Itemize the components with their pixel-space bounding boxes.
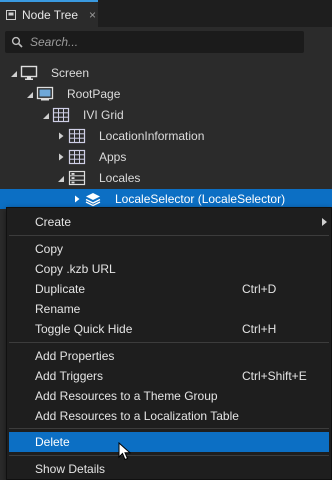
menu-item-add-properties[interactable]: Add Properties [9,346,329,366]
grid-icon [68,128,86,144]
tab-node-tree[interactable]: Node Tree × [0,0,98,27]
menu-item-label: Add Triggers [35,369,104,383]
menu-item-add-resources-localization-table[interactable]: Add Resources to a Localization Table [9,406,329,426]
tree-item-label: Apps [99,150,127,164]
menu-item-copy-kzb-url[interactable]: Copy .kzb URL [9,259,329,279]
tree-item-rootpage[interactable]: RootPage [0,84,332,104]
tree-item-localeselector[interactable]: LocaleSelector (LocaleSelector) [0,189,332,209]
expanded-arrow-icon[interactable] [57,175,65,183]
grid-icon [68,149,86,165]
menu-item-label: Create [35,215,72,229]
menu-item-rename[interactable]: Rename [9,299,329,319]
tree-item-label: LocationInformation [99,129,205,143]
menu-item-label: Toggle Quick Hide [35,322,133,336]
menu-separator [9,235,329,236]
menu-item-label: Add Properties [35,349,115,363]
menu-item-toggle-quick-hide[interactable]: Toggle Quick Hide Ctrl+H [9,319,329,339]
menu-item-shortcut: Ctrl+D [242,282,277,296]
search-input[interactable] [28,34,282,50]
menu-item-label: Show Details [35,462,106,476]
tree-item-label: LocaleSelector (LocaleSelector) [115,192,286,206]
tab-strip: Node Tree × [0,0,332,27]
menu-separator [9,455,329,456]
expanded-arrow-icon[interactable] [10,70,18,78]
tree-item-label: RootPage [67,87,121,101]
expanded-arrow-icon[interactable] [26,91,34,99]
expanded-arrow-icon[interactable] [42,112,50,120]
tree-item-ivi-grid[interactable]: IVI Grid [0,105,332,125]
collapsed-arrow-icon[interactable] [57,132,65,140]
menu-item-duplicate[interactable]: Duplicate Ctrl+D [9,279,329,299]
menu-item-label: Copy .kzb URL [35,262,116,276]
mouse-cursor-icon [118,442,132,461]
menu-item-label: Rename [35,302,81,316]
menu-item-label: Add Resources to a Theme Group [35,389,218,403]
menu-item-copy[interactable]: Copy [9,239,329,259]
grid-icon [52,107,70,123]
menu-item-label: Delete [35,435,70,449]
search-box [5,31,304,53]
submenu-arrow-icon [322,218,327,226]
menu-item-label: Duplicate [35,282,86,296]
layers-icon [85,193,101,207]
collapsed-arrow-icon[interactable] [57,153,65,161]
tree-item-label: Locales [99,171,141,185]
tab-title: Node Tree [22,7,79,22]
menu-item-add-resources-theme-group[interactable]: Add Resources to a Theme Group [9,386,329,406]
close-icon[interactable]: × [89,8,96,22]
menu-separator [9,342,329,343]
menu-item-add-triggers[interactable]: Add Triggers Ctrl+Shift+E [9,366,329,386]
menu-item-delete[interactable]: Delete [9,432,329,452]
page-icon [36,86,54,101]
menu-separator [9,428,329,429]
tree-item-label: Screen [51,66,90,80]
tree-item-screen[interactable]: Screen [0,63,332,83]
context-menu: Create Copy Copy .kzb URL Duplicate Ctrl… [6,207,332,480]
search-icon [11,36,23,48]
menu-item-label: Add Resources to a Localization Table [35,409,239,423]
pin-icon[interactable] [5,9,17,21]
menu-item-create[interactable]: Create [9,212,329,232]
collapsed-arrow-icon[interactable] [73,195,81,203]
menu-item-shortcut: Ctrl+H [242,322,277,336]
monitor-icon [20,65,38,80]
stack-panel-icon [68,170,86,186]
tree-item-apps[interactable]: Apps [0,147,332,167]
tree-item-locales[interactable]: Locales [0,168,332,188]
tree-item-locationinformation[interactable]: LocationInformation [0,126,332,146]
menu-item-label: Copy [35,242,64,256]
menu-item-shortcut: Ctrl+Shift+E [242,369,307,383]
menu-item-show-details[interactable]: Show Details [9,459,329,479]
tree-item-label: IVI Grid [83,108,124,122]
